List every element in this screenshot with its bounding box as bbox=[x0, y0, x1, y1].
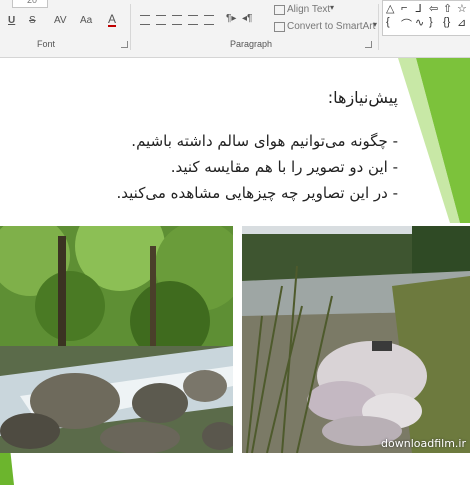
bracket-shape-icon[interactable]: {} bbox=[443, 16, 450, 28]
convert-smartart-button[interactable]: Convert to SmartArt bbox=[287, 21, 375, 32]
bullet-3[interactable]: - در این تصاویر چه چیزهایی مشاهده می‌کنی… bbox=[117, 184, 398, 202]
char-spacing-button[interactable]: AV bbox=[54, 15, 67, 26]
forest-stream-image[interactable] bbox=[0, 226, 233, 453]
green-accent-left bbox=[0, 448, 14, 485]
corner-shape-icon[interactable]: ⌐ bbox=[401, 2, 407, 14]
font-size-box[interactable]: 20 bbox=[12, 0, 48, 8]
watermark: downloadfilm.ir bbox=[381, 437, 466, 450]
shapes-gallery[interactable]: △ ⌐ ᒧ ⇦ ⇧ ☆ { ⌒ ∿ } {} ⊿ bbox=[382, 0, 470, 36]
convert-smartart-dropdown-icon[interactable]: ▾ bbox=[373, 20, 377, 29]
triangle-shape-icon[interactable]: △ bbox=[386, 2, 394, 15]
align-text-button[interactable]: Align Text bbox=[287, 4, 330, 15]
change-case-button[interactable]: Aa bbox=[80, 15, 92, 26]
font-color-button[interactable]: A bbox=[108, 13, 117, 27]
block-arrow-icon[interactable]: ⇦ bbox=[429, 2, 438, 15]
justify-icon[interactable] bbox=[188, 15, 198, 25]
polluted-river-image[interactable]: downloadfilm.ir bbox=[242, 226, 470, 453]
ltr-direction-icon[interactable]: ¶▸ bbox=[226, 13, 236, 24]
ribbon: 20 U S AV Aa A Font ¶▸ ◂¶ Align Text ▾ C… bbox=[0, 0, 470, 58]
star-shape-icon[interactable]: ☆ bbox=[457, 2, 467, 15]
brace-shape-icon[interactable]: } bbox=[429, 16, 433, 28]
curly-shape-icon[interactable]: { bbox=[386, 16, 390, 28]
distributed-icon[interactable] bbox=[204, 15, 214, 25]
font-size-value: 20 bbox=[27, 0, 38, 5]
font-group-label: Font bbox=[37, 39, 56, 49]
paragraph-dialog-launcher[interactable] bbox=[365, 41, 372, 48]
align-left-icon[interactable] bbox=[140, 15, 150, 25]
underline-button[interactable]: U bbox=[8, 15, 15, 26]
arrow-up-icon[interactable]: ⇧ bbox=[443, 2, 452, 15]
line-shape-icon[interactable]: ᒧ bbox=[415, 2, 422, 15]
smartart-icon bbox=[274, 22, 285, 32]
slide-title[interactable]: پیش‌نیازها: bbox=[328, 88, 398, 107]
callout-shape-icon[interactable]: ⊿ bbox=[457, 16, 466, 29]
rtl-direction-icon[interactable]: ◂¶ bbox=[242, 13, 252, 24]
bullet-1[interactable]: - چگونه می‌توانیم هوای سالم داشته باشیم. bbox=[131, 132, 398, 150]
align-text-icon bbox=[274, 5, 285, 15]
bullet-2[interactable]: - این دو تصویر را با هم مقایسه کنید. bbox=[171, 158, 398, 176]
align-right-icon[interactable] bbox=[172, 15, 182, 25]
arc-shape-icon[interactable]: ⌒ bbox=[401, 16, 412, 32]
font-dialog-launcher[interactable] bbox=[121, 41, 128, 48]
align-text-dropdown-icon[interactable]: ▾ bbox=[330, 3, 334, 12]
group-separator bbox=[378, 4, 379, 50]
paragraph-group-label: Paragraph bbox=[230, 39, 273, 49]
group-separator bbox=[130, 4, 131, 50]
green-accent-shape bbox=[398, 58, 470, 223]
align-center-icon[interactable] bbox=[156, 15, 166, 25]
strikethrough-button[interactable]: S bbox=[29, 15, 36, 26]
curve-shape-icon[interactable]: ∿ bbox=[415, 16, 424, 29]
